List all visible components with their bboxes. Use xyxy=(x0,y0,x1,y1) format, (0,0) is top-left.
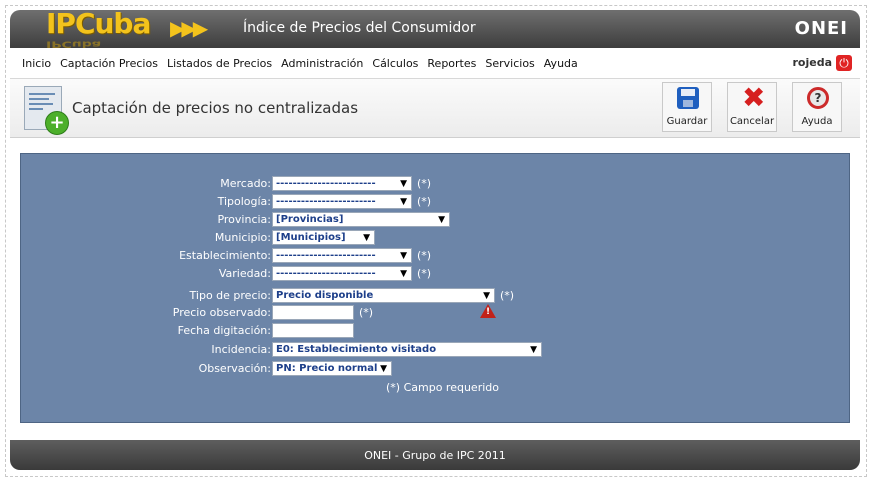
save-button-label: Guardar xyxy=(666,116,708,127)
precio-observado-input[interactable] xyxy=(272,305,354,320)
precio-observado-label: Precio observado: xyxy=(172,306,271,319)
page-title: Captación de precios no centralizadas xyxy=(72,99,359,117)
menu-item-captacion-precios[interactable]: Captación Precios xyxy=(60,57,158,70)
chevron-down-icon: ▼ xyxy=(400,251,407,261)
close-icon: ✖ xyxy=(742,81,766,114)
menu-item-servicios[interactable]: Servicios xyxy=(485,57,534,70)
app-title: Índice de Precios del Consumidor xyxy=(243,20,476,36)
required-marker: (*) xyxy=(417,249,432,262)
chevron-down-icon: ▼ xyxy=(483,291,490,301)
main-menu: Inicio Captación Precios Listados de Pre… xyxy=(10,48,860,79)
save-button[interactable]: Guardar xyxy=(662,82,712,132)
warning-icon: ! xyxy=(480,304,496,318)
tipologia-select[interactable]: ------------------------ ▼ xyxy=(272,194,412,209)
menu-item-inicio[interactable]: Inicio xyxy=(22,57,51,70)
header-bar: IPCuba IPCuba ▶▶▶ Índice de Precios del … xyxy=(10,7,860,49)
arrows-icon: ▶▶▶ xyxy=(170,16,208,40)
required-marker: (*) xyxy=(417,267,432,280)
establecimiento-label: Establecimiento: xyxy=(179,249,271,262)
variedad-label: Variedad: xyxy=(218,267,271,280)
app-window: IPCuba IPCuba ▶▶▶ Índice de Precios del … xyxy=(10,7,860,470)
required-note: (*) Campo requerido xyxy=(386,381,499,394)
observacion-label: Observación: xyxy=(198,362,271,375)
fecha-digitacion-label: Fecha digitación: xyxy=(177,324,271,337)
menu-item-reportes[interactable]: Reportes xyxy=(427,57,476,70)
cancel-button-label: Cancelar xyxy=(729,116,775,127)
chevron-down-icon: ▼ xyxy=(380,364,387,374)
menu-item-administracion[interactable]: Administración xyxy=(281,57,363,70)
help-button-label: Ayuda xyxy=(801,116,833,127)
variedad-select[interactable]: ------------------------ ▼ xyxy=(272,266,412,281)
chevron-down-icon: ▼ xyxy=(438,215,445,225)
app-logo: IPCuba xyxy=(46,7,151,40)
chevron-down-icon: ▼ xyxy=(400,269,407,279)
tipo-precio-label: Tipo de precio: xyxy=(189,289,271,302)
fecha-digitacion-input[interactable] xyxy=(272,323,354,338)
required-marker: (*) xyxy=(417,177,432,190)
add-document-icon: + xyxy=(24,86,69,135)
provincia-select[interactable]: [Provincias] ▼ xyxy=(272,212,450,227)
chevron-down-icon: ▼ xyxy=(363,233,370,243)
tipologia-label: Tipología: xyxy=(217,195,271,208)
municipio-label: Municipio: xyxy=(214,231,271,244)
cancel-button[interactable]: ✖ Cancelar xyxy=(727,82,777,132)
mercado-label: Mercado: xyxy=(220,177,271,190)
footer: ONEI - Grupo de IPC 2011 xyxy=(10,440,860,470)
chevron-down-icon: ▼ xyxy=(400,197,407,207)
logout-icon[interactable]: ⏻ xyxy=(836,55,852,71)
brand-logo: ONEI xyxy=(794,18,848,39)
tipo-precio-select[interactable]: Precio disponible ▼ xyxy=(272,288,495,303)
help-button[interactable]: ? Ayuda xyxy=(792,82,842,132)
page-title-bar: + Captación de precios no centralizadas … xyxy=(10,79,860,138)
chevron-down-icon: ▼ xyxy=(400,179,407,189)
menu-item-listados-precios[interactable]: Listados de Precios xyxy=(167,57,272,70)
provincia-label: Provincia: xyxy=(217,213,271,226)
chevron-down-icon: ▼ xyxy=(530,345,537,355)
menu-item-calculos[interactable]: Cálculos xyxy=(372,57,418,70)
required-marker: (*) xyxy=(359,306,374,319)
mercado-select[interactable]: ------------------------ ▼ xyxy=(272,176,412,191)
footer-text: ONEI - Grupo de IPC 2011 xyxy=(364,449,506,462)
menu-item-ayuda[interactable]: Ayuda xyxy=(544,57,578,70)
required-marker: (*) xyxy=(417,195,432,208)
floppy-disk-icon xyxy=(677,87,699,109)
establecimiento-select[interactable]: ------------------------ ▼ xyxy=(272,248,412,263)
observacion-select[interactable]: PN: Precio normal ▼ xyxy=(272,361,392,376)
municipio-select[interactable]: [Municipios] ▼ xyxy=(272,230,375,245)
incidencia-label: Incidencia: xyxy=(211,343,271,356)
incidencia-select[interactable]: E0: Establecimiento visitado ▼ xyxy=(272,342,542,357)
required-marker: (*) xyxy=(500,289,515,302)
username: rojeda xyxy=(792,56,832,69)
price-form: Mercado: ------------------------ ▼ (*) T… xyxy=(20,153,850,423)
lifebuoy-icon: ? xyxy=(807,87,829,109)
